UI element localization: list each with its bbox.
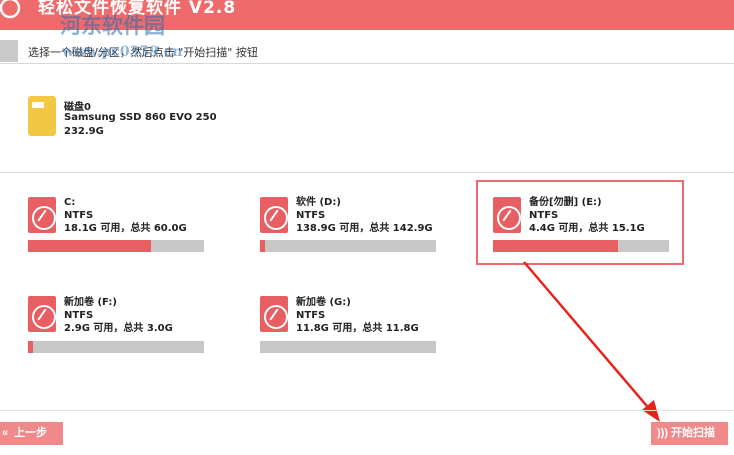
- volume-fs: NTFS: [529, 210, 559, 221]
- partition-icon: [493, 197, 521, 233]
- volume-usage: 18.1G 可用，总共 60.0G: [64, 223, 187, 234]
- signal-waves-icon: ))): [657, 427, 668, 439]
- volume-usage: 11.8G 可用，总共 11.8G: [296, 323, 419, 334]
- volume-name: C:: [64, 197, 76, 208]
- watermark-url: www.pc0359.cn: [62, 44, 183, 60]
- usage-bar: [260, 240, 436, 252]
- usage-bar: [493, 240, 669, 252]
- usage-bar-fill: [28, 240, 152, 252]
- back-nav-icon[interactable]: [0, 40, 18, 62]
- volume-name: 备份[勿删] (E:): [529, 197, 602, 208]
- disk-drive-icon: [28, 96, 56, 136]
- volume-name: 新加卷 (G:): [296, 297, 351, 308]
- start-scan-button[interactable]: ))) 开始扫描: [651, 422, 728, 445]
- volume-name: 新加卷 (F:): [64, 297, 117, 308]
- disk-size: 232.9G: [64, 126, 104, 137]
- volume-fs: NTFS: [296, 210, 326, 221]
- back-button-label: 上一步: [14, 427, 47, 439]
- volume-fs: NTFS: [64, 310, 94, 321]
- back-button[interactable]: « 上一步: [0, 422, 63, 445]
- partition-icon: [260, 296, 288, 332]
- start-scan-label: 开始扫描: [671, 427, 715, 439]
- volume-fs: NTFS: [64, 210, 94, 221]
- usage-bar-fill: [28, 341, 34, 353]
- footer-divider: [0, 410, 734, 411]
- usage-bar-fill: [260, 240, 266, 252]
- volume-name: 软件 (D:): [296, 197, 341, 208]
- volume-usage: 138.9G 可用，总共 142.9G: [296, 223, 433, 234]
- usage-bar: [28, 341, 204, 353]
- partition-icon: [28, 296, 56, 332]
- volume-fs: NTFS: [296, 310, 326, 321]
- volume-usage: 2.9G 可用，总共 3.0G: [64, 323, 173, 334]
- volume-usage: 4.4G 可用，总共 15.1G: [529, 223, 645, 234]
- usage-bar: [260, 341, 436, 353]
- usage-bar-fill: [493, 240, 618, 252]
- usage-bar: [28, 240, 204, 252]
- app-logo-icon: [0, 0, 21, 19]
- section-divider: [0, 172, 734, 173]
- partition-icon: [28, 197, 56, 233]
- disk-name: 磁盘0: [64, 102, 91, 113]
- disk-model: Samsung SSD 860 EVO 250: [64, 112, 217, 123]
- partition-icon: [260, 197, 288, 233]
- double-chevron-left-icon: «: [2, 427, 9, 439]
